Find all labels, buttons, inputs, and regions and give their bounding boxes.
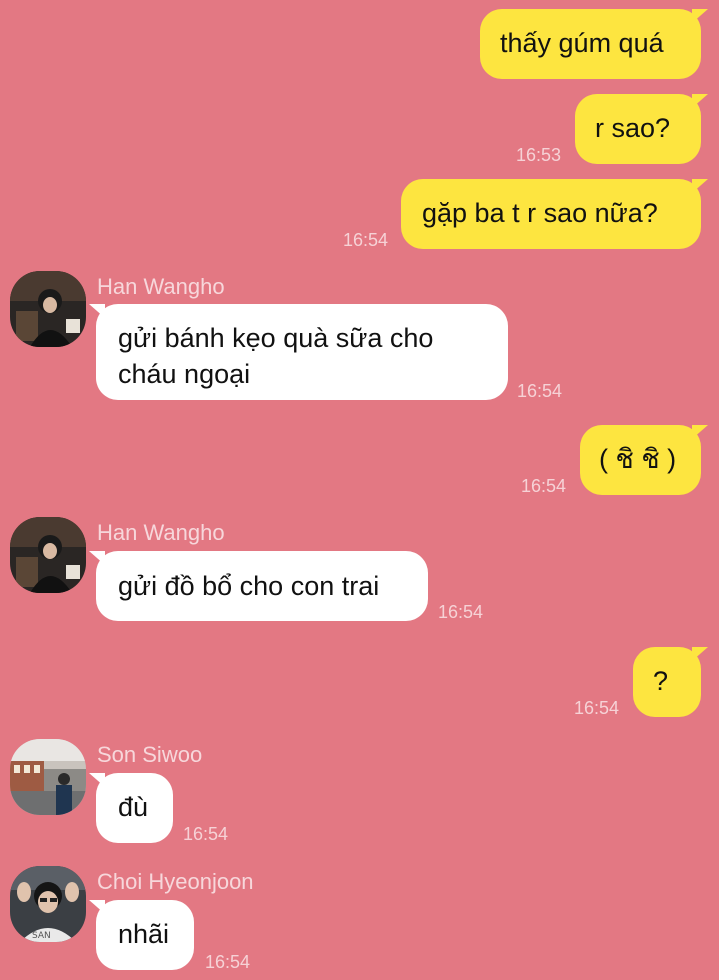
message-timestamp: 16:54 [521, 476, 567, 496]
message-text: gửi bánh kẹo quà sữa cho [118, 323, 434, 353]
sender-name: Choi Hyeonjoon [97, 869, 254, 894]
message-text: nhãi [118, 919, 170, 949]
message-timestamp: 16:54 [517, 381, 563, 401]
avatar[interactable]: SAN [10, 866, 86, 942]
message-text: đù [118, 792, 149, 822]
message-text: gửi đồ bổ cho con trai [118, 571, 380, 601]
message-bubble-outgoing[interactable]: thấy gúm quá [480, 9, 708, 79]
avatar-photo-icon [10, 517, 86, 593]
avatar[interactable] [10, 739, 86, 815]
message-bubble-outgoing[interactable]: gặp ba t r sao nữa? [401, 179, 708, 249]
message-timestamp: 16:54 [183, 824, 229, 844]
sender-name: Son Siwoo [97, 742, 203, 767]
message-timestamp: 16:53 [516, 145, 562, 165]
message-bubble-outgoing[interactable]: ( ชิ ชิ ) [580, 425, 708, 495]
avatar-photo-icon [10, 739, 86, 815]
avatar-photo-icon: SAN [10, 866, 86, 942]
sender-name: Han Wangho [97, 274, 225, 299]
message-text: ( ชิ ชิ ) [599, 444, 677, 474]
message-text: r sao? [595, 113, 671, 143]
message-bubble-incoming[interactable]: nhãi [89, 900, 194, 970]
message-bubble-incoming[interactable]: gửi bánh kẹo quà sữa cho cháu ngoại [89, 304, 508, 400]
message-text: ? [653, 666, 669, 696]
avatar-photo-icon [10, 271, 86, 347]
message-text: gặp ba t r sao nữa? [422, 198, 658, 228]
message-text: cháu ngoại [118, 359, 251, 389]
message-timestamp: 16:54 [343, 230, 389, 250]
message-bubble-outgoing[interactable]: ? [633, 647, 708, 717]
svg-text:SAN: SAN [32, 931, 51, 941]
message-bubble-incoming[interactable]: đù [89, 773, 173, 843]
message-timestamp: 16:54 [205, 952, 251, 972]
sender-name: Han Wangho [97, 520, 225, 545]
message-bubble-outgoing[interactable]: r sao? [575, 94, 708, 164]
message-bubble-incoming[interactable]: gửi đồ bổ cho con trai [89, 551, 428, 621]
avatar[interactable] [10, 271, 86, 347]
message-timestamp: 16:54 [438, 602, 484, 622]
message-timestamp: 16:54 [574, 698, 620, 718]
message-text: thấy gúm quá [500, 28, 664, 58]
avatar[interactable] [10, 517, 86, 593]
